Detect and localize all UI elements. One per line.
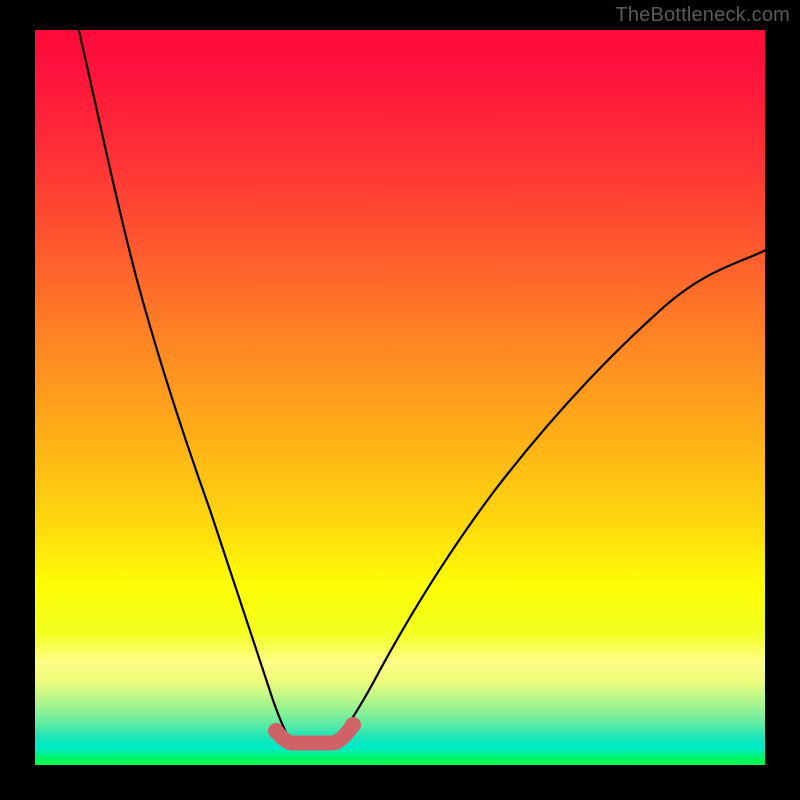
stage: TheBottleneck.com — [0, 0, 800, 800]
chart-plot-area — [35, 30, 765, 765]
watermark-text: TheBottleneck.com — [615, 4, 790, 27]
bottom-highlight-curve — [276, 725, 353, 743]
highlight-end-dot-right — [345, 717, 361, 733]
highlight-end-dot-left — [268, 723, 284, 739]
right-rising-curve — [335, 250, 766, 742]
chart-svg — [35, 30, 765, 765]
left-falling-curve — [79, 30, 291, 742]
